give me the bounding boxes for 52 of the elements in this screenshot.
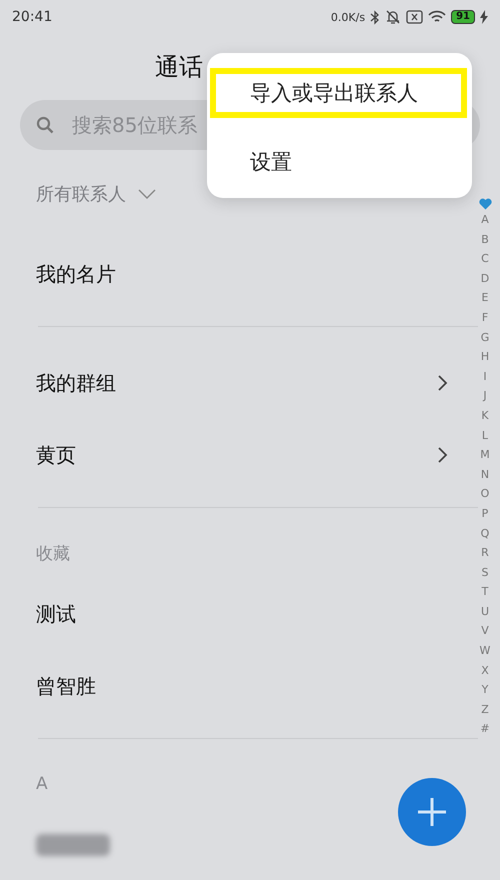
index-letter[interactable]: V bbox=[481, 621, 489, 642]
bluetooth-icon bbox=[370, 10, 380, 24]
chevron-right-icon bbox=[438, 447, 448, 463]
index-letter[interactable]: P bbox=[482, 504, 488, 524]
charging-icon bbox=[480, 10, 488, 24]
sim-icon bbox=[406, 10, 424, 24]
list-item[interactable]: 黄页 bbox=[36, 442, 76, 468]
index-letter[interactable]: X bbox=[481, 660, 489, 680]
section-header: 收藏 bbox=[36, 542, 70, 564]
list-item[interactable]: 我的群组 bbox=[36, 370, 116, 396]
list-item[interactable]: 测试 bbox=[36, 600, 76, 628]
chevron-down-icon[interactable] bbox=[138, 189, 156, 199]
search-icon bbox=[36, 116, 54, 134]
index-letter[interactable]: Q bbox=[480, 524, 490, 544]
index-letter[interactable]: A bbox=[481, 210, 489, 230]
index-letter[interactable]: H bbox=[480, 347, 490, 367]
index-letter[interactable]: S bbox=[482, 562, 488, 582]
index-letter[interactable]: W bbox=[480, 641, 490, 661]
page-title: 通话 bbox=[155, 52, 203, 83]
index-letter[interactable]: T bbox=[482, 582, 488, 602]
network-speed: 0.0K/s bbox=[330, 10, 366, 24]
status-time: 20:41 bbox=[12, 9, 52, 25]
index-letter[interactable]: L bbox=[482, 426, 488, 446]
index-letter[interactable]: I bbox=[483, 366, 487, 386]
index-letter[interactable]: C bbox=[481, 249, 489, 269]
index-letter[interactable]: M bbox=[480, 445, 490, 465]
index-letter[interactable]: Z bbox=[481, 700, 489, 720]
heart-icon[interactable] bbox=[478, 198, 492, 210]
index-letter[interactable]: U bbox=[480, 602, 490, 622]
index-letter[interactable]: F bbox=[482, 308, 488, 328]
menu-item[interactable]: 设置 bbox=[210, 137, 467, 187]
section-header: A bbox=[36, 774, 48, 794]
index-letter[interactable]: O bbox=[480, 484, 490, 504]
index-letter[interactable]: G bbox=[480, 328, 490, 348]
battery-level: 91 bbox=[451, 10, 475, 24]
index-letter[interactable]: K bbox=[481, 406, 489, 426]
index-letter[interactable]: E bbox=[482, 288, 488, 308]
index-letter[interactable]: D bbox=[480, 268, 490, 288]
index-letter[interactable]: Y bbox=[482, 680, 488, 700]
chevron-right-icon bbox=[438, 375, 448, 391]
wifi-icon bbox=[428, 10, 446, 24]
index-letter[interactable]: B bbox=[481, 230, 489, 250]
muted-bell-icon bbox=[385, 9, 402, 25]
plus-icon bbox=[417, 797, 447, 827]
list-item[interactable]: 我的名片 bbox=[36, 260, 116, 288]
menu-item[interactable]: 导入或导出联系人 bbox=[210, 68, 467, 118]
index-letter[interactable]: R bbox=[481, 543, 489, 563]
index-letter[interactable]: N bbox=[480, 464, 490, 484]
filter-dropdown[interactable]: 所有联系人 bbox=[36, 182, 126, 206]
index-letter[interactable]: J bbox=[483, 386, 487, 406]
list-item[interactable]: 曾智胜 bbox=[36, 672, 96, 700]
index-letter[interactable]: # bbox=[480, 719, 490, 740]
